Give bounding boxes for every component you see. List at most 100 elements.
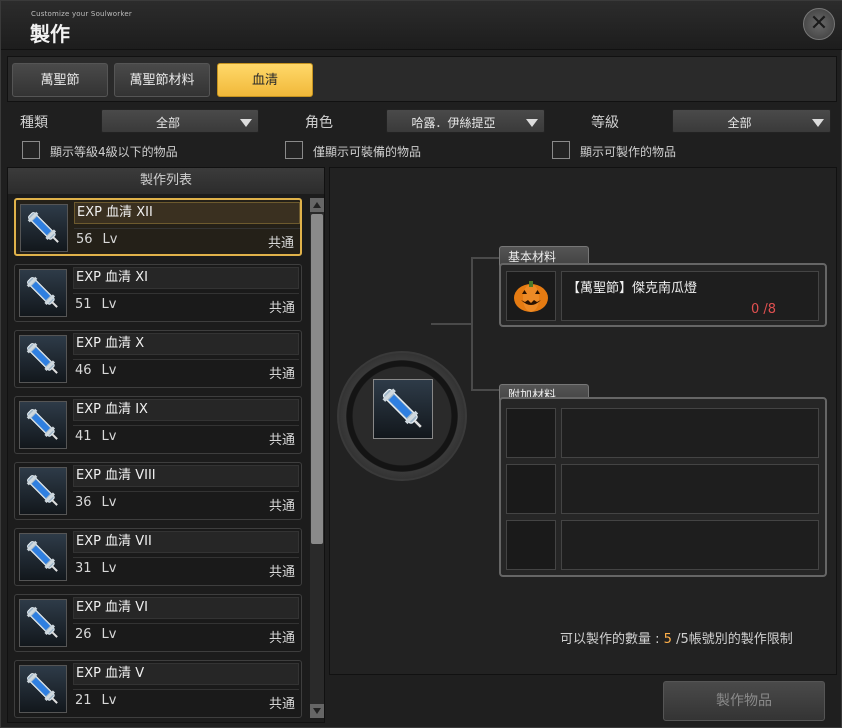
checkbox-equippable-only[interactable]: 僅顯示可裝備的物品: [285, 141, 535, 161]
item-level-number: 21: [75, 693, 92, 708]
serum-syringe-icon: [382, 388, 422, 428]
item-type: 共通: [268, 697, 295, 712]
chevron-down-icon: [526, 119, 538, 127]
tab-halloween-materials[interactable]: 萬聖節材料: [114, 63, 210, 97]
item-name: EXP 血清 VI: [73, 597, 299, 619]
window-subtitle: Customize your Soulworker: [31, 10, 132, 18]
extra-material-slot[interactable]: [506, 520, 556, 570]
list-item[interactable]: EXP 血清 VI 26 Lv 共通: [14, 594, 302, 652]
item-level: 31 Lv: [75, 561, 116, 576]
craft-limit-prefix: 可以製作的數量 :: [560, 632, 664, 647]
list-scrollbar[interactable]: [310, 198, 324, 718]
item-level-suffix: Lv: [101, 561, 117, 576]
crafting-window: Customize your Soulworker 製作 ✕ 萬聖節 萬聖節材料…: [0, 0, 842, 728]
item-level-number: 56: [76, 232, 93, 247]
list-item[interactable]: EXP 血清 VIII 36 Lv 共通: [14, 462, 302, 520]
checkbox-box[interactable]: [285, 141, 303, 159]
tab-serum[interactable]: 血清: [217, 63, 313, 97]
item-divider: [73, 359, 299, 360]
craft-limit-suffix: /5帳號別的製作限制: [671, 632, 793, 647]
item-level: 21 Lv: [75, 693, 116, 708]
connector-line: [471, 257, 473, 391]
item-divider: [73, 623, 299, 624]
level-filter-select[interactable]: 全部: [672, 109, 831, 133]
item-name: EXP 血清 XII: [74, 202, 300, 224]
item-name: EXP 血清 XI: [73, 267, 299, 289]
extra-material-slot[interactable]: [506, 464, 556, 514]
type-filter-label: 種類: [20, 115, 48, 131]
result-item-slot[interactable]: [373, 379, 433, 439]
serum-syringe-icon: [19, 467, 67, 515]
role-filter-select[interactable]: 哈露．伊絲提亞: [386, 109, 545, 133]
window-title: 製作: [30, 22, 70, 46]
checkbox-box[interactable]: [552, 141, 570, 159]
serum-syringe-icon: [19, 269, 67, 317]
craft-limit-text: 可以製作的數量 : 5 /5帳號別的製作限制: [560, 628, 793, 647]
item-name: EXP 血清 X: [73, 333, 299, 355]
item-type: 共通: [268, 433, 295, 448]
list-item[interactable]: EXP 血清 IX 41 Lv 共通: [14, 396, 302, 454]
close-icon: ✕: [809, 11, 829, 36]
level-filter-label: 等級: [591, 115, 619, 131]
tab-halloween[interactable]: 萬聖節: [12, 63, 108, 97]
serum-syringe-icon: [19, 599, 67, 647]
item-type: 共通: [268, 565, 295, 580]
item-divider: [74, 228, 300, 229]
item-type: 共通: [268, 631, 295, 646]
item-divider: [73, 491, 299, 492]
item-type: 共通: [268, 499, 295, 514]
scroll-down-icon[interactable]: [310, 704, 324, 718]
craft-item-button[interactable]: 製作物品: [663, 681, 825, 721]
serum-syringe-icon: [19, 533, 67, 581]
item-type: 共通: [267, 236, 294, 251]
list-item[interactable]: EXP 血清 XII 56 Lv 共通: [14, 198, 302, 256]
checkbox-box[interactable]: [22, 141, 40, 159]
serum-syringe-icon: [20, 204, 68, 252]
scroll-thumb[interactable]: [311, 214, 323, 544]
item-level-suffix: Lv: [101, 363, 117, 378]
type-filter-value: 全部: [155, 116, 180, 130]
level-filter-value: 全部: [727, 116, 752, 130]
item-type: 共通: [268, 301, 295, 316]
title-bar: Customize your Soulworker 製作 ✕: [1, 1, 842, 50]
close-button[interactable]: ✕: [803, 8, 835, 40]
item-level-number: 36: [75, 495, 92, 510]
pumpkin-icon: [514, 281, 548, 312]
serum-syringe-icon: [19, 401, 67, 449]
base-material-slot[interactable]: [506, 271, 556, 321]
role-filter-value: 哈露．伊絲提亞: [411, 116, 496, 130]
item-level: 51 Lv: [75, 297, 116, 312]
chevron-down-icon: [240, 119, 252, 127]
item-level-number: 46: [75, 363, 92, 378]
item-level: 26 Lv: [75, 627, 116, 642]
item-level: 41 Lv: [75, 429, 116, 444]
extra-material-slot[interactable]: [506, 408, 556, 458]
connector-line: [431, 323, 471, 325]
craft-limit-count: 5: [663, 632, 672, 647]
item-name: EXP 血清 VII: [73, 531, 299, 553]
scroll-up-icon[interactable]: [310, 198, 324, 212]
checkbox-craftable-only[interactable]: 顯示可製作的物品: [552, 141, 802, 161]
checkbox-label: 顯示可製作的物品: [580, 145, 677, 159]
category-tab-bar: 萬聖節 萬聖節材料 血清: [7, 56, 837, 102]
item-divider: [73, 293, 299, 294]
checkbox-show-below-level4[interactable]: 顯示等級4級以下的物品: [22, 141, 272, 161]
item-level-number: 26: [75, 627, 92, 642]
list-item[interactable]: EXP 血清 XI 51 Lv 共通: [14, 264, 302, 322]
item-level-number: 31: [75, 561, 92, 576]
list-item[interactable]: EXP 血清 VII 31 Lv 共通: [14, 528, 302, 586]
checkbox-label: 僅顯示可裝備的物品: [313, 145, 422, 159]
base-material-have: 0: [751, 302, 760, 317]
item-level-suffix: Lv: [101, 429, 117, 444]
item-name: EXP 血清 V: [73, 663, 299, 685]
item-level-suffix: Lv: [101, 297, 117, 312]
chevron-down-icon: [812, 119, 824, 127]
base-material-need: /8: [763, 302, 777, 317]
item-level: 36 Lv: [75, 495, 116, 510]
list-item[interactable]: EXP 血清 V 21 Lv 共通: [14, 660, 302, 718]
type-filter-select[interactable]: 全部: [101, 109, 259, 133]
list-item[interactable]: EXP 血清 X 46 Lv 共通: [14, 330, 302, 388]
craft-list-panel: 製作列表 EXP 血清 XII 56 Lv 共通 EXP 血清 XI 51 Lv 共…: [7, 167, 325, 723]
item-level-suffix: Lv: [101, 495, 117, 510]
craft-list-header: 製作列表: [8, 168, 324, 194]
